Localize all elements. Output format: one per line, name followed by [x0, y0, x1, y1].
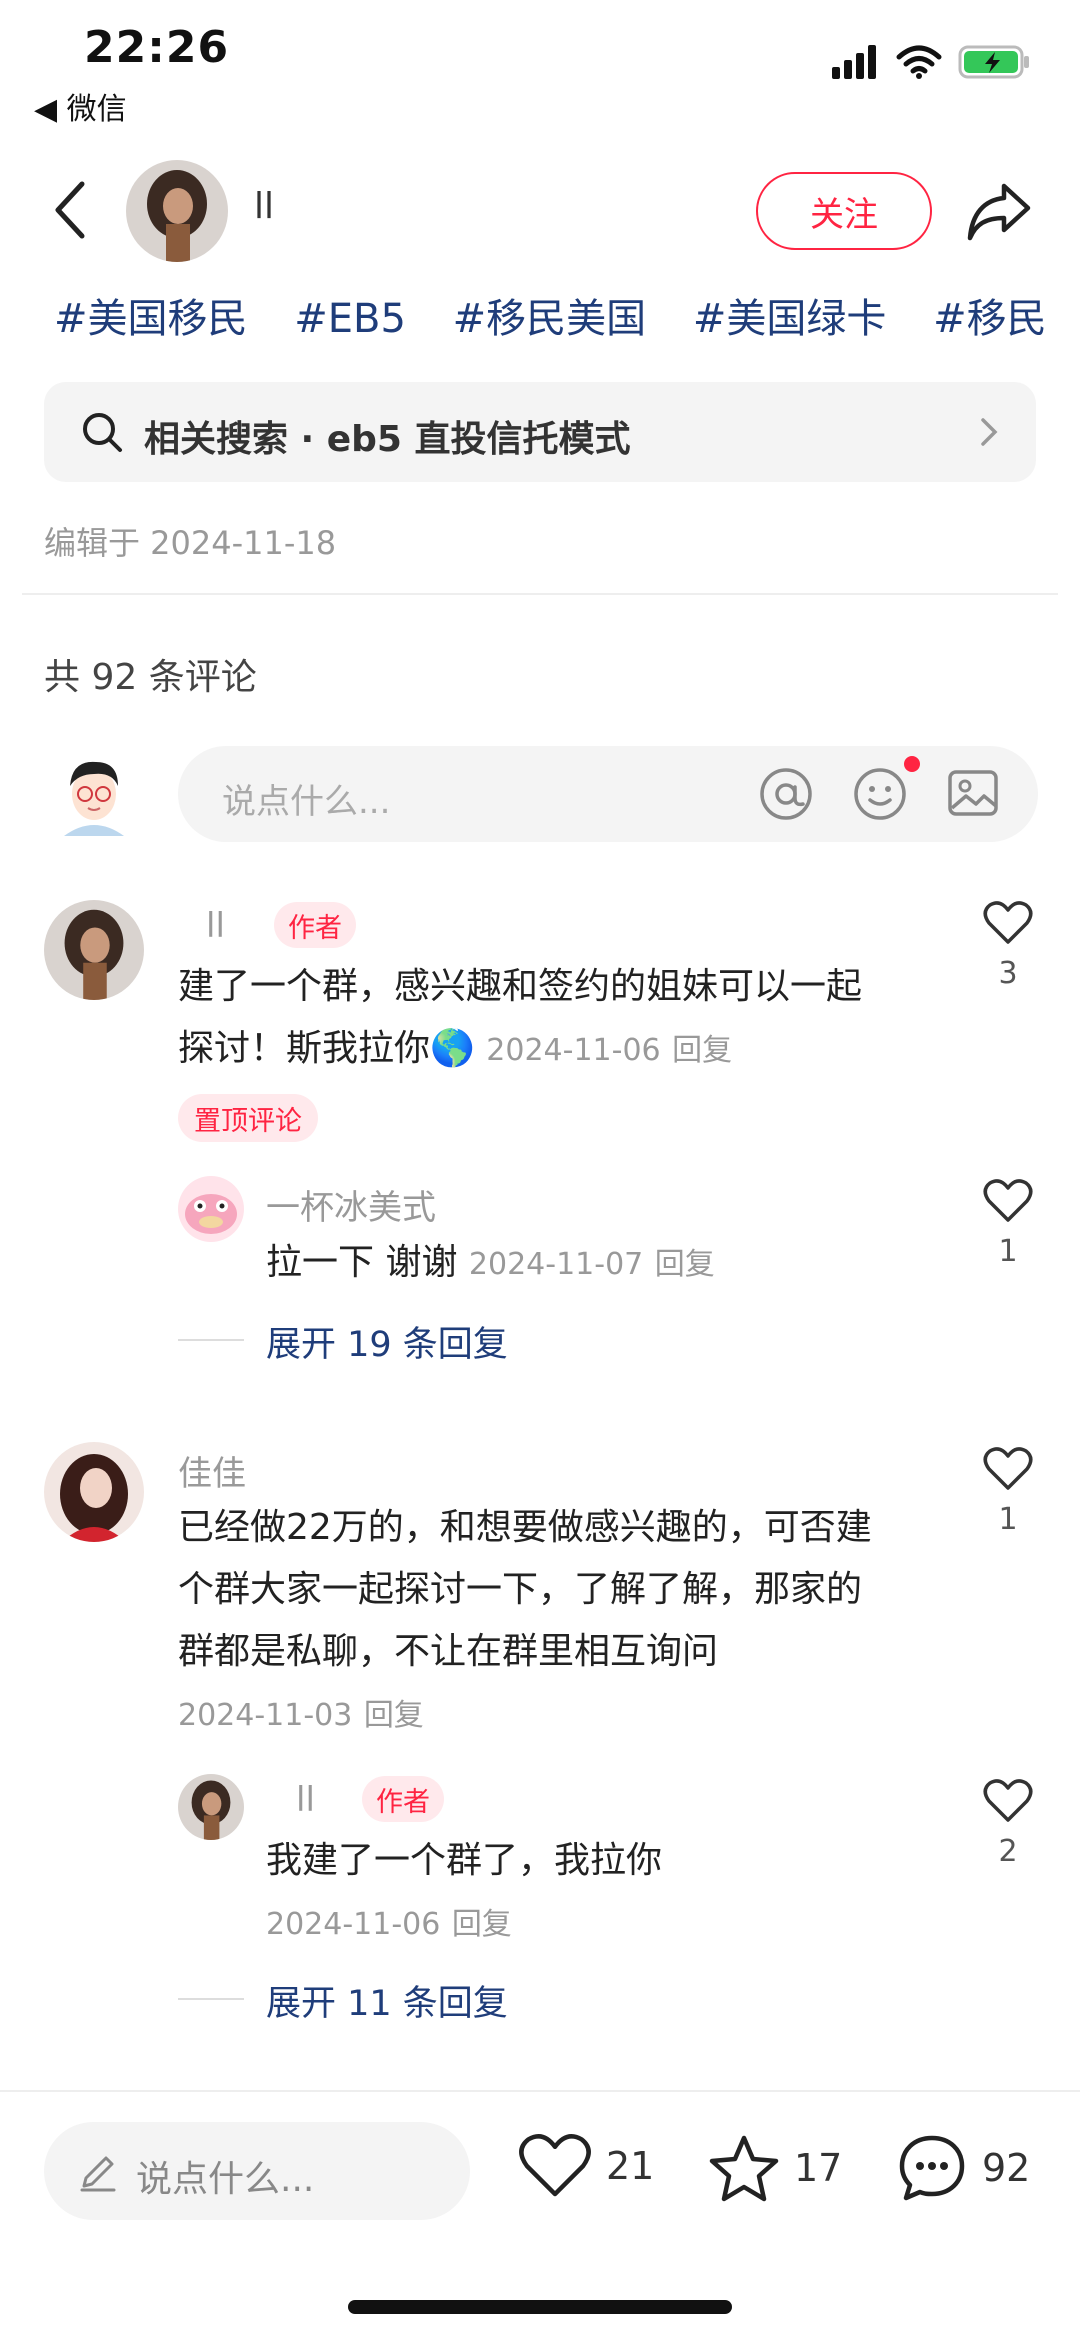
reply-like[interactable]: 2: [978, 1778, 1038, 1869]
status-icons: [832, 44, 1032, 80]
pen-icon: [80, 2156, 116, 2192]
author-badge: 作者: [274, 902, 356, 948]
hashtag-link[interactable]: #移民: [933, 296, 1047, 342]
reply-link[interactable]: 回复: [452, 1907, 512, 1942]
battery-charging-icon: [958, 45, 1029, 79]
like-total: 21: [606, 2144, 655, 2188]
comment-date: 2024-11-06: [486, 1033, 661, 1068]
star-icon: [709, 2135, 779, 2202]
like-count: 1: [998, 1234, 1018, 1269]
note-header: ll 关注: [0, 150, 1080, 270]
collect-button[interactable]: 17: [708, 2132, 842, 2204]
expand-divider: [178, 1339, 244, 1341]
heart-icon: [983, 901, 1033, 944]
reply-author-name[interactable]: ll: [296, 1780, 315, 1820]
hashtag-link[interactable]: #美国绿卡: [693, 296, 887, 342]
heart-icon: [983, 1447, 1033, 1490]
like-count: 3: [998, 956, 1018, 991]
reply-link[interactable]: 回复: [672, 1033, 732, 1068]
emoji-icon[interactable]: [852, 766, 908, 822]
bottom-comment-input[interactable]: 说点什么...: [44, 2122, 470, 2220]
comment-like[interactable]: 1: [978, 1446, 1038, 1537]
back-to-app-link[interactable]: ◀ 微信: [34, 84, 127, 128]
back-arrow-icon[interactable]: [44, 178, 100, 242]
reply-date: 2024-11-07: [468, 1247, 644, 1282]
hashtag-link[interactable]: #美国移民: [54, 296, 248, 342]
heart-icon: [519, 2134, 591, 2197]
edit-date: 编辑于 2024-11-18: [44, 524, 337, 562]
commenter-avatar[interactable]: [44, 1442, 144, 1542]
hashtag-row: #美国移民 #EB5 #移民美国 #美国绿卡 #移民: [54, 286, 1064, 346]
like-button[interactable]: 21: [518, 2132, 654, 2200]
reply-text: 拉一下 谢谢 2024-11-07 回复: [266, 1242, 715, 1283]
collect-total: 17: [794, 2146, 843, 2190]
comment-input[interactable]: 说点什么...: [178, 746, 1038, 842]
comment-count: 共 92 条评论: [44, 657, 257, 698]
comment-like[interactable]: 3: [978, 900, 1038, 991]
bottom-input-placeholder: 说点什么...: [136, 2159, 315, 2200]
comment-text: 已经做22万的，和想要做感兴趣的，可否建 个群大家一起探讨一下，了解了解，那家的…: [178, 1507, 872, 1733]
status-bar: 22:26 ◀ 微信: [0, 0, 1080, 130]
commenter-name[interactable]: ll: [206, 906, 225, 946]
related-search-label: 相关搜索 · eb5 直投信托模式: [144, 419, 631, 460]
reply-link[interactable]: 回复: [655, 1247, 715, 1282]
expand-divider: [178, 1998, 244, 2000]
comment-button[interactable]: 92: [896, 2132, 1030, 2204]
like-count: 2: [998, 1834, 1018, 1869]
home-indicator[interactable]: [348, 2300, 732, 2314]
wifi-icon: [896, 45, 942, 79]
commenter-name[interactable]: 佳佳: [178, 1446, 246, 1495]
divider: [22, 593, 1058, 595]
notification-dot: [904, 756, 920, 772]
comment-text: 建了一个群，感兴趣和签约的姐妹可以一起 探讨！斯我拉你🌎 2024-11-06 …: [178, 966, 863, 1069]
hashtag-link[interactable]: #移民美国: [453, 296, 647, 342]
reply-text: 我建了一个群了，我拉你 2024-11-06 回复: [266, 1840, 663, 1942]
comment-date: 2024-11-03: [178, 1698, 353, 1733]
image-icon[interactable]: [946, 766, 1000, 820]
status-time: 22:26: [84, 22, 230, 73]
heart-icon: [983, 1779, 1033, 1822]
reply-date: 2024-11-06: [266, 1907, 441, 1942]
expand-replies-link[interactable]: 展开 19 条回复: [266, 1316, 508, 1367]
chat-bubble-icon: [899, 2135, 965, 2201]
share-icon[interactable]: [966, 178, 1032, 244]
author-badge: 作者: [362, 1776, 444, 1822]
reply-like[interactable]: 1: [978, 1178, 1038, 1269]
expand-replies-link[interactable]: 展开 11 条回复: [266, 1975, 508, 2026]
reply-avatar[interactable]: [178, 1176, 244, 1242]
reply-author-name[interactable]: 一杯冰美式: [266, 1180, 436, 1229]
heart-icon: [983, 1179, 1033, 1222]
comment-total: 92: [982, 2146, 1031, 2190]
hashtag-link[interactable]: #EB5: [294, 296, 406, 342]
search-icon: [83, 413, 122, 452]
reply-avatar[interactable]: [178, 1774, 244, 1840]
like-count: 1: [998, 1502, 1018, 1537]
pinned-badge: 置顶评论: [178, 1094, 318, 1142]
comment-input-placeholder: 说点什么...: [222, 782, 391, 822]
signal-icon: [832, 45, 876, 79]
related-search-bar[interactable]: 相关搜索 · eb5 直投信托模式: [44, 382, 1036, 482]
my-avatar: [54, 756, 134, 836]
follow-button[interactable]: 关注: [756, 172, 932, 250]
author-avatar[interactable]: [126, 160, 228, 262]
reply-link[interactable]: 回复: [364, 1698, 424, 1733]
commenter-avatar[interactable]: [44, 900, 144, 1000]
author-name[interactable]: ll: [254, 186, 274, 227]
mention-at-icon[interactable]: [758, 766, 814, 822]
chevron-right-icon: [981, 418, 998, 446]
